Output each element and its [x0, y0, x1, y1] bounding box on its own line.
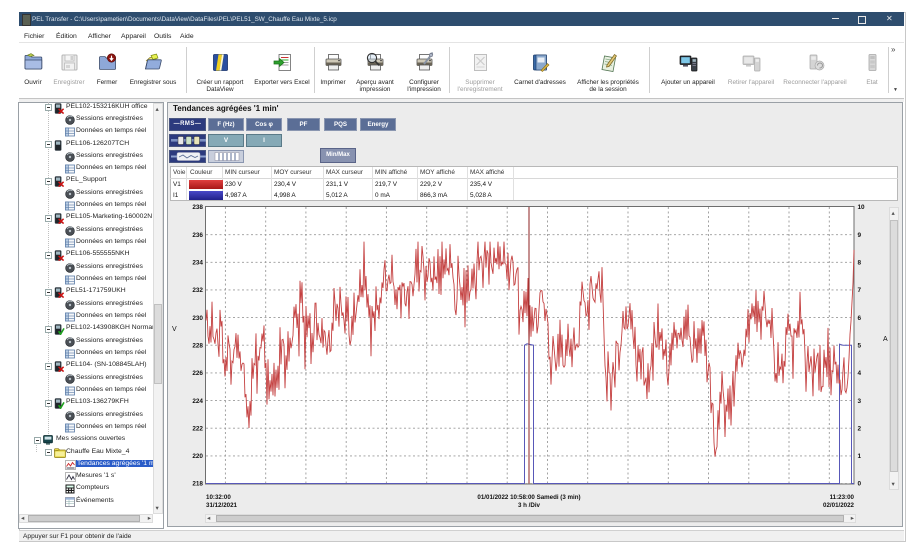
svg-text:222: 222 [192, 425, 203, 432]
svg-text:236: 236 [192, 232, 203, 239]
svg-text:5: 5 [858, 342, 862, 349]
svg-text:8: 8 [858, 260, 862, 267]
svg-text:A: A [883, 336, 888, 343]
svg-text:232: 232 [192, 287, 203, 294]
svg-text:224: 224 [192, 398, 203, 405]
svg-text:6: 6 [858, 315, 862, 322]
svg-text:220: 220 [192, 453, 203, 460]
svg-text:1: 1 [858, 453, 862, 460]
svg-text:3: 3 [858, 398, 862, 405]
svg-text:234: 234 [192, 260, 203, 267]
svg-text:V: V [172, 326, 177, 333]
svg-text:228: 228 [192, 342, 203, 349]
svg-text:7: 7 [858, 287, 862, 294]
svg-text:2: 2 [858, 425, 862, 432]
svg-text:9: 9 [858, 232, 862, 239]
svg-text:218: 218 [192, 481, 203, 488]
svg-text:226: 226 [192, 370, 203, 377]
svg-text:230: 230 [192, 315, 203, 322]
svg-text:10: 10 [858, 204, 866, 211]
svg-text:238: 238 [192, 204, 203, 211]
svg-text:4: 4 [858, 370, 862, 377]
svg-text:0: 0 [858, 481, 862, 488]
